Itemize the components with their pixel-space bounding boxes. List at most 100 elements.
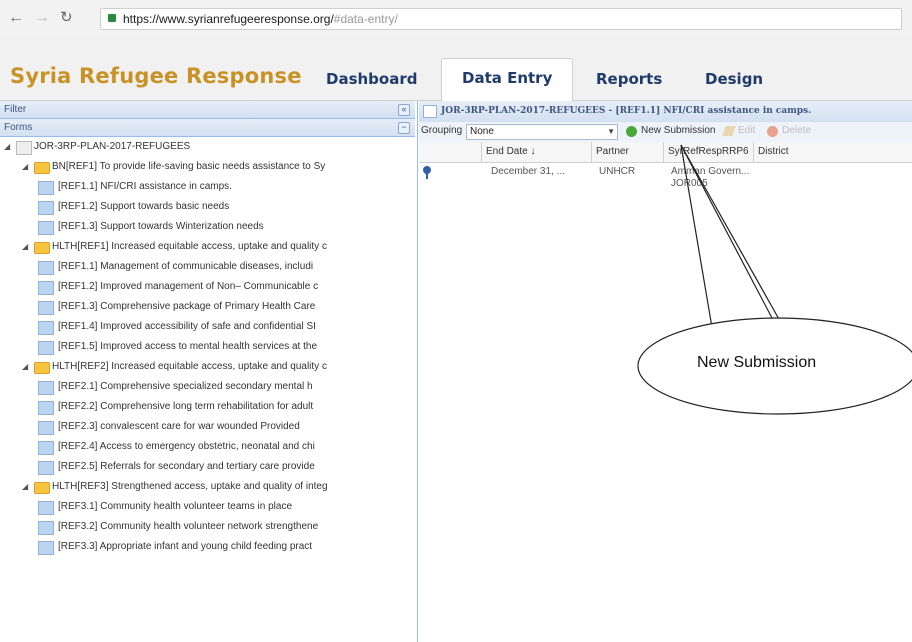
expand-arrow-icon[interactable]: ◢ [22,237,28,257]
form-icon [38,441,54,455]
expand-arrow-icon[interactable]: ◢ [22,157,28,177]
form-icon [423,105,437,118]
form-icon [38,401,54,415]
delete-icon [767,126,778,137]
tree-item-folder[interactable]: ◢ HLTH[REF1] Increased equitable access, … [0,237,415,257]
column-header-end-date[interactable]: End Date ↓ [481,142,591,162]
grouping-label: Grouping [421,125,463,136]
tree-item-label: [REF3.1] Community health volunteer team… [58,501,292,512]
tree-item-form[interactable]: [REF2.5] Referrals for secondary and ter… [0,457,415,477]
tree-item-form[interactable]: [REF2.3] convalescent care for war wound… [0,417,415,437]
tree-item-root[interactable]: ◢ JOR-3RP-PLAN-2017-REFUGEES [0,137,415,157]
form-icon [38,261,54,275]
tree-item-form[interactable]: [REF3.2] Community health volunteer netw… [0,517,415,537]
tree-item-form[interactable]: [REF1.2] Improved management of Non– Com… [0,277,415,297]
tab-data-entry[interactable]: Data Entry [441,58,574,102]
tree-item-form[interactable]: [REF1.1] Management of communicable dise… [0,257,415,277]
tree-item-form[interactable]: [REF1.3] Comprehensive package of Primar… [0,297,415,317]
url-fragment-text: #data-entry/ [333,12,398,26]
form-icon [38,341,54,355]
tree-item-label: [REF1.3] Comprehensive package of Primar… [58,301,316,312]
address-bar[interactable]: https://www.syrianrefugeeresponse.org/#d… [100,8,902,30]
expand-arrow-icon[interactable]: ◢ [22,357,28,377]
grouping-value: None [470,126,494,137]
grouping-select[interactable]: None ▼ [466,124,618,140]
form-title-bar: JOR-3RP-PLAN-2017-REFUGEES - [REF1.1] NF… [419,101,912,123]
chevron-down-icon: ▼ [607,127,615,136]
filter-panel-header: Filter « [0,101,415,119]
tree-item-form[interactable]: [REF1.5] Improved access to mental healt… [0,337,415,357]
tree-item-form[interactable]: [REF3.3] Appropriate infant and young ch… [0,537,415,557]
tree-item-folder[interactable]: ◢ HLTH[REF2] Increased equitable access, … [0,357,415,377]
expand-arrow-icon[interactable]: ◢ [4,137,10,157]
tab-reports[interactable]: Reports [596,70,662,88]
tab-design[interactable]: Design [705,70,763,88]
collapse-forms-icon[interactable]: − [398,122,410,134]
tree-item-label: [REF3.3] Appropriate infant and young ch… [58,541,313,552]
tree-item-folder[interactable]: ◢ BN[REF1] To provide life-saving basic n… [0,157,415,177]
column-header-district[interactable]: District [753,142,912,162]
folder-icon [34,362,50,374]
form-icon [38,521,54,535]
collapse-filter-icon[interactable]: « [398,104,410,116]
tree-item-label: [REF1.2] Improved management of Non– Com… [58,281,319,292]
column-header-partner[interactable]: Partner [591,142,663,162]
tree-item-form[interactable]: [REF1.4] Improved accessibility of safe … [0,317,415,337]
expand-arrow-icon[interactable]: ◢ [22,477,28,497]
form-icon [38,221,54,235]
tree-item-label: [REF2.4] Access to emergency obstetric, … [58,441,315,452]
grid-toolbar: Grouping None ▼ New Submission Edit Dele… [419,122,912,143]
delete-button[interactable]: Delete [782,125,811,136]
form-icon [38,181,54,195]
form-icon [38,501,54,515]
reload-icon[interactable]: ↻ [60,9,73,27]
tree-item-label: BN[REF1] To provide life-saving basic ne… [52,161,326,172]
form-title: JOR-3RP-PLAN-2017-REFUGEES - [REF1.1] NF… [441,106,812,116]
tree-item-label: [REF1.4] Improved accessibility of safe … [58,321,316,332]
column-header-rrp6[interactable]: SyrRefRespRRP6 [663,142,753,162]
tree-item-form[interactable]: [REF2.4] Access to emergency obstetric, … [0,437,415,457]
tree-item-folder[interactable]: ◢ HLTH[REF3] Strengthened access, uptake … [0,477,415,497]
tree-item-form[interactable]: [REF2.1] Comprehensive specialized secon… [0,377,415,397]
tree-item-label: [REF1.1] NFI/CRI assistance in camps. [58,181,232,192]
cell-rrp6-line1: Amman Govern... [671,166,750,177]
tree-item-label: [REF1.5] Improved access to mental healt… [58,341,318,352]
tree-item-label: [REF3.2] Community health volunteer netw… [58,521,319,532]
tree-item-label: HLTH[REF3] Strengthened access, uptake a… [52,481,328,492]
tree-item-label: [REF1.1] Management of communicable dise… [58,261,314,272]
app-header: Syria Refugee Response Dashboard Data En… [0,38,912,102]
tree-item-form[interactable]: [REF2.2] Comprehensive long term rehabil… [0,397,415,417]
tree-item-label: [REF1.2] Support towards basic needs [58,201,230,212]
table-row[interactable]: December 31, ... UNHCR Amman Govern... J… [419,163,912,193]
filter-title: Filter [4,104,27,115]
tree-item-label: [REF2.3] convalescent care for war wound… [58,421,300,432]
tree-item-label: [REF2.5] Referrals for secondary and ter… [58,461,315,472]
cell-rrp6-line2: JOR005 [671,178,708,189]
column-header-marker [419,142,481,162]
grid-header: End Date ↓ Partner SyrRefRespRRP6 Distri… [419,142,912,163]
form-icon [38,421,54,435]
edit-button[interactable]: Edit [738,125,755,136]
browser-toolbar: ← → ↻ https://www.syrianrefugeeresponse.… [0,0,912,39]
tree-item-form[interactable]: [REF3.1] Community health volunteer team… [0,497,415,517]
add-icon [626,126,637,137]
database-icon [16,141,32,155]
form-icon [38,301,54,315]
tree-item-form[interactable]: [REF1.1] NFI/CRI assistance in camps. [0,177,415,197]
tree-item-form[interactable]: [REF1.2] Support towards basic needs [0,197,415,217]
form-icon [38,461,54,475]
form-icon [38,281,54,295]
url-main-text: https://www.syrianrefugeeresponse.org/ [123,12,334,26]
form-icon [38,201,54,215]
new-submission-button[interactable]: New Submission [641,125,715,136]
tree-item-label: HLTH[REF1] Increased equitable access, u… [52,241,327,252]
folder-icon [34,482,50,494]
tab-dashboard[interactable]: Dashboard [326,70,417,88]
back-arrow-icon[interactable]: ← [8,9,24,27]
forward-arrow-icon[interactable]: → [34,9,50,27]
forms-tree: ◢ JOR-3RP-PLAN-2017-REFUGEES ◢ BN[REF1] To … [0,137,415,642]
forms-title: Forms [4,122,33,133]
form-icon [38,541,54,555]
forms-panel-header: Forms − [0,119,415,137]
tree-item-form[interactable]: [REF1.3] Support towards Winterization n… [0,217,415,237]
